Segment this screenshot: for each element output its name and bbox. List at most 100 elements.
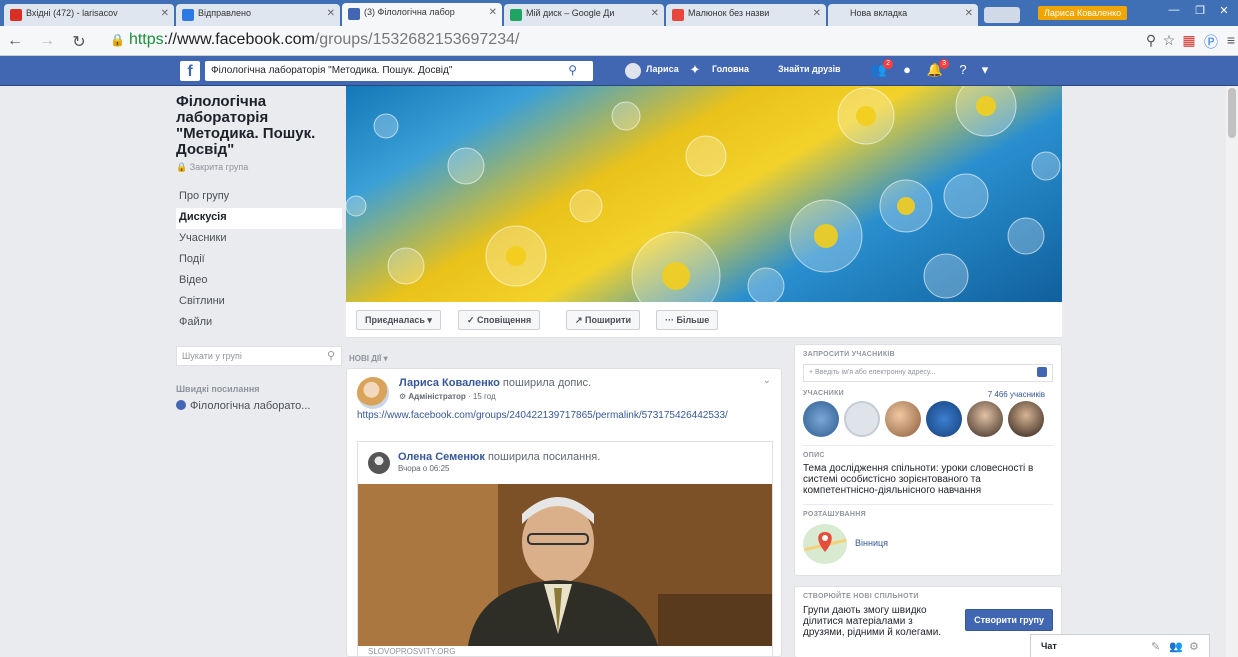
url-field[interactable]: 🔒 https://www.facebook.com/groups/1532682… (110, 31, 519, 49)
minimize-icon[interactable]: — (1162, 4, 1186, 20)
tab-inbox[interactable]: Вхідні (472) - larisacov ✕ (4, 4, 174, 26)
feed-sort-dropdown[interactable]: НОВІ ДІЇ ▾ (349, 354, 388, 363)
tab-title: Відправлено (198, 8, 251, 18)
shared-domain: SLOVOPROSVITY.ORG (368, 647, 456, 656)
nav-events[interactable]: Події (176, 250, 342, 271)
extension-icon[interactable]: ▦ (1180, 32, 1198, 50)
avatar[interactable] (368, 452, 390, 474)
shared-link-photo[interactable] (358, 484, 772, 646)
post-link[interactable]: https://www.facebook.com/groups/24042213… (357, 409, 773, 422)
nav-about[interactable]: Про групу (176, 187, 342, 208)
post-meta: ⚙ Адміністратор · 15 год (399, 392, 496, 401)
facebook-header: f Філологічна лабораторія "Методика. Пош… (0, 56, 1238, 86)
new-tab-button[interactable] (984, 7, 1020, 23)
water-drops-image (346, 86, 1061, 302)
shared-author-line: Олена Семенюк поширила посилання. (398, 451, 600, 463)
close-tab-icon[interactable]: ✕ (651, 8, 659, 19)
close-tab-icon[interactable]: ✕ (813, 8, 821, 19)
chat-bar[interactable]: Чат ✎ 👥 ⚙ (1030, 634, 1210, 657)
close-tab-icon[interactable]: ✕ (965, 8, 973, 19)
facebook-logo-icon[interactable]: f (180, 61, 200, 81)
avatar[interactable] (1008, 401, 1045, 437)
facebook-icon (348, 8, 360, 20)
reload-icon[interactable]: ↻ (70, 32, 88, 52)
shortcuts-heading: Швидкі посилання (176, 384, 260, 394)
post-author[interactable]: Лариса Коваленко (399, 377, 500, 389)
profile-link[interactable]: Лариса (646, 64, 679, 74)
page-scrollbar[interactable] (1226, 86, 1238, 657)
nav-photos[interactable]: Світлини (176, 292, 342, 313)
avatar[interactable] (625, 63, 641, 79)
nav-videos[interactable]: Відео (176, 271, 342, 292)
close-tab-icon[interactable]: ✕ (161, 8, 169, 19)
group-title[interactable]: Філологічна лабораторія "Методика. Пошук… (176, 94, 342, 158)
avatar[interactable] (967, 401, 1004, 437)
back-arrow-icon[interactable]: ← (6, 32, 24, 50)
shared-time[interactable]: Вчора о 06:25 (398, 464, 450, 473)
pokes-icon[interactable]: ✦ (686, 62, 704, 80)
joined-button[interactable]: Приєдналась ▾ (356, 310, 441, 330)
tab-new-tab[interactable]: Нова вкладка ✕ (828, 4, 978, 26)
maximize-icon[interactable]: ❐ (1188, 4, 1212, 20)
invite-members-input[interactable]: + Введіть ім'я або електронну адресу... (803, 364, 1053, 382)
create-group-text: Групи дають змогу швидко ділитися матері… (803, 605, 942, 638)
friend-requests-icon[interactable]: 👥 2 (870, 59, 893, 80)
forward-arrow-icon[interactable]: → (38, 32, 56, 50)
create-group-button[interactable]: Створити групу (965, 609, 1053, 631)
tab-drawing[interactable]: Малюнок без назви ✕ (666, 4, 826, 26)
tab-google-drive[interactable]: Мій диск – Google Ди ✕ (504, 4, 664, 26)
admin-shield-icon: ⚙ (399, 392, 409, 401)
nav-discussion[interactable]: Дискусія (176, 208, 342, 229)
avatar[interactable] (357, 377, 389, 409)
nav-files[interactable]: Файли (176, 313, 342, 334)
search-icon[interactable]: ⚲ (568, 63, 577, 77)
search-icon[interactable]: ⚲ (327, 349, 335, 362)
menu-icon[interactable]: ≡ (1222, 32, 1238, 50)
shortcut-item[interactable]: Філологічна лаборато... (176, 400, 342, 412)
cover-photo[interactable] (346, 86, 1062, 302)
messages-icon[interactable]: ● (898, 62, 916, 80)
scrollbar-thumb[interactable] (1228, 88, 1236, 138)
avatar[interactable] (844, 401, 881, 437)
close-tab-icon[interactable]: ✕ (489, 7, 497, 18)
shared-post: Олена Семенюк поширила посилання. Вчора … (357, 441, 773, 656)
post-author-line: Лариса Коваленко поширила допис. (399, 377, 591, 389)
invite-icon[interactable] (1037, 367, 1047, 377)
nav-members[interactable]: Учасники (176, 229, 342, 250)
post-time[interactable]: · 15 год (468, 392, 496, 401)
shared-author[interactable]: Олена Семенюк (398, 451, 485, 463)
tab-facebook[interactable]: (3) Філологічна лабор ✕ (342, 3, 502, 26)
friend-requests-badge: 2 (883, 59, 893, 69)
gear-icon[interactable]: ⚙ (1189, 640, 1199, 653)
group-search-input[interactable]: Шукати у групі ⚲ (176, 346, 342, 366)
group-search-placeholder: Шукати у групі (182, 351, 242, 361)
invite-heading: ЗАПРОСИТИ УЧАСНИКІВ (803, 351, 896, 358)
avatar[interactable] (885, 401, 922, 437)
avatar[interactable] (926, 401, 963, 437)
post-role: Адміністратор (408, 392, 466, 401)
chevron-down-icon[interactable]: ⌄ (763, 375, 771, 386)
avatar[interactable] (803, 401, 839, 437)
zoom-icon[interactable]: ⚲ (1142, 32, 1160, 50)
bookmark-star-icon[interactable]: ☆ (1160, 32, 1178, 50)
account-menu-icon[interactable]: ▾ (976, 62, 994, 80)
contacts-icon[interactable]: 👥 (1169, 640, 1183, 653)
profile-extension-icon[interactable]: Ⓟ (1202, 32, 1220, 50)
close-tab-icon[interactable]: ✕ (327, 8, 335, 19)
compose-icon[interactable]: ✎ (1151, 640, 1160, 653)
notifications-icon[interactable]: 🔔 3 (926, 59, 949, 80)
facebook-search-input[interactable]: Філологічна лабораторія "Методика. Пошук… (205, 61, 593, 81)
notifications-button[interactable]: ✓ Сповіщення (458, 310, 541, 330)
home-link[interactable]: Головна (712, 64, 749, 74)
map-pin-icon[interactable] (803, 524, 847, 564)
find-friends-link[interactable]: Знайти друзів (778, 64, 841, 74)
location-link[interactable]: Вінниця (855, 538, 888, 548)
chat-label[interactable]: Чат (1041, 641, 1057, 651)
more-button[interactable]: ··· Більше (656, 310, 719, 330)
help-icon[interactable]: ? (954, 62, 972, 80)
share-button[interactable]: ↗ Поширити (566, 310, 641, 330)
tab-sent[interactable]: Відправлено ✕ (176, 4, 340, 26)
window-user-badge[interactable]: Лариса Коваленко (1038, 6, 1128, 20)
members-count-link[interactable]: 7 466 учасників (988, 390, 1045, 399)
close-window-icon[interactable]: ✕ (1212, 4, 1236, 20)
